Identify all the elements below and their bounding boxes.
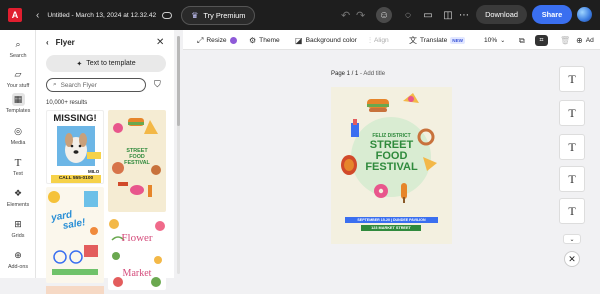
text-style-button-5[interactable]: T (559, 198, 585, 224)
crown-icon: ♛ (191, 10, 199, 20)
theme-button[interactable]: ⚙ Theme (249, 35, 280, 46)
redo-icon[interactable]: ↷ (356, 9, 365, 22)
template-thumb-flower-market[interactable]: Flower Market (108, 216, 166, 290)
text-style-button-3[interactable]: T (559, 134, 585, 160)
design-canvas[interactable]: FELIZ DISTRICT STREET FOOD FESTIVAL SEPT… (331, 87, 452, 244)
search-placeholder: Search Flyer (60, 81, 97, 89)
street-food-title: STREET FOOD FESTIVAL (124, 148, 150, 166)
close-icon[interactable]: ✕ (564, 251, 580, 267)
panel-header: ‹ Flyer (46, 38, 75, 47)
panel-scrollbar-thumb[interactable] (177, 36, 180, 126)
add-title-link[interactable]: Add title (363, 71, 385, 77)
rail-item-grids[interactable]: ⊞ Grids (0, 218, 36, 239)
back-chevron-icon[interactable]: ‹ (46, 38, 49, 47)
try-premium-label: Try Premium (203, 10, 246, 20)
trash-icon[interactable]: 🗑 (560, 35, 570, 46)
panel-title: Flyer (55, 38, 75, 47)
add-button-truncated[interactable]: ⊕ Ad (576, 35, 594, 46)
collaborator-icon[interactable]: ☺ (376, 7, 392, 23)
zoom-select[interactable]: 10% ⌄ (484, 35, 505, 46)
align-button[interactable]: ⫶ Align (369, 35, 389, 46)
rail-item-your-stuff[interactable]: ▱ Your stuff (0, 68, 36, 89)
rail-item-elements[interactable]: ❖ Elements (0, 187, 36, 208)
template-thumb-yard-sale[interactable]: yard sale! (46, 187, 104, 283)
rail-item-add-ons[interactable]: ⊕ Add-ons (0, 249, 36, 270)
back-chevron-icon[interactable]: ‹ (36, 10, 39, 21)
layers-icon[interactable]: ⧉ (519, 35, 525, 46)
flyer-title: STREET FOOD FESTIVAL (365, 139, 418, 173)
templates-panel: ‹ Flyer ✕ ✦ Text to template ⌕ Search Fl… (36, 30, 174, 294)
premium-badge-icon (229, 37, 237, 44)
background-color-button[interactable]: ◪ Background color (295, 35, 357, 46)
yard-sale-illustration (48, 191, 98, 275)
search-icon: ⌕ (53, 81, 57, 88)
translate-icon: 文 (409, 36, 417, 45)
user-avatar[interactable] (577, 7, 592, 22)
text-icon: T (14, 156, 22, 169)
download-button[interactable]: Download (476, 5, 527, 24)
page-label: Page 1 / 1 - Add title (331, 71, 386, 77)
folder-icon: ▱ (14, 69, 22, 79)
chevron-down-icon[interactable]: ⌄ (563, 234, 581, 244)
grids-icon: ⊞ (14, 219, 22, 229)
missing-tag: MILO (88, 169, 100, 174)
smart-select-icon[interactable]: ⌗ (535, 35, 548, 46)
add-icon: ⊕ (576, 36, 583, 45)
media-icon: ◎ (14, 126, 22, 136)
adobe-express-logo[interactable]: A (8, 8, 22, 22)
template-thumb-street-food[interactable]: STREET FOOD FESTIVAL (108, 110, 166, 212)
share-button[interactable]: Share (532, 5, 572, 24)
text-style-button-1[interactable]: T (559, 66, 585, 92)
align-icon: ⫶ (369, 35, 371, 45)
rail-item-media[interactable]: ◎ Media (0, 125, 36, 146)
chevron-down-icon: ⌄ (500, 38, 506, 44)
text-to-template-button[interactable]: ✦ Text to template (46, 55, 166, 72)
dog-photo (57, 126, 101, 166)
elements-icon: ❖ (13, 188, 23, 198)
cloud-sync-icon (162, 11, 173, 19)
chat-icon[interactable]: ◫ (440, 7, 456, 23)
new-badge: NEW (450, 37, 465, 44)
resize-button[interactable]: ⤢ Resize (197, 35, 237, 46)
translate-button[interactable]: 文 Translate NEW (409, 35, 465, 46)
missing-heading: MISSING! (53, 113, 97, 124)
flyer-date-line: SEPTEMBER 15-20 | DUNDEE PAVILION (357, 218, 426, 222)
text-style-button-4[interactable]: T (559, 166, 585, 192)
document-title[interactable]: Untitled - March 13, 2024 at 12.32.42 (47, 12, 156, 19)
lightbulb-icon[interactable]: ◌ (400, 7, 416, 23)
sparkle-icon: ✦ (76, 60, 83, 68)
search-input[interactable]: ⌕ Search Flyer (46, 78, 146, 92)
flyer-address: 123 MARKET STREET (371, 226, 411, 230)
secondary-toolbar: ⤢ Resize ⚙ Theme ◪ Background color ⫶ Al… (183, 30, 600, 50)
background-color-icon: ◪ (295, 36, 303, 45)
templates-icon: ▦ (11, 93, 25, 106)
search-icon: ⌕ (15, 39, 21, 49)
rail-item-text[interactable]: T Text (0, 156, 36, 178)
resize-icon: ⤢ (197, 35, 204, 45)
theme-icon: ⚙ (249, 36, 257, 45)
left-rail: ⌕ Search ▱ Your stuff ▦ Templates ◎ Media TT… (0, 30, 36, 278)
comment-icon[interactable]: ▭ (420, 7, 436, 23)
add-ons-icon: ⊕ (14, 250, 22, 260)
try-premium-button[interactable]: ♛ Try Premium (181, 5, 256, 25)
more-options-icon[interactable]: ⋯ (456, 7, 472, 23)
text-style-button-2[interactable]: T (559, 100, 585, 126)
results-count: 10,000+ results (46, 100, 88, 106)
template-thumb-partial[interactable] (46, 286, 104, 294)
rail-item-templates[interactable]: ▦ Templates (0, 93, 36, 114)
market-title: Market (122, 268, 152, 279)
template-thumb-missing[interactable]: MISSING! MILO CALL 555-0100 (46, 110, 104, 184)
missing-footer: CALL 555-0100 (51, 175, 101, 183)
flower-title: Flower (121, 232, 153, 244)
rail-item-search[interactable]: ⌕ Search (0, 38, 36, 59)
undo-icon[interactable]: ↶ (341, 9, 350, 22)
close-icon[interactable]: ✕ (156, 37, 164, 48)
filter-icon[interactable]: ⛉ (154, 79, 161, 90)
